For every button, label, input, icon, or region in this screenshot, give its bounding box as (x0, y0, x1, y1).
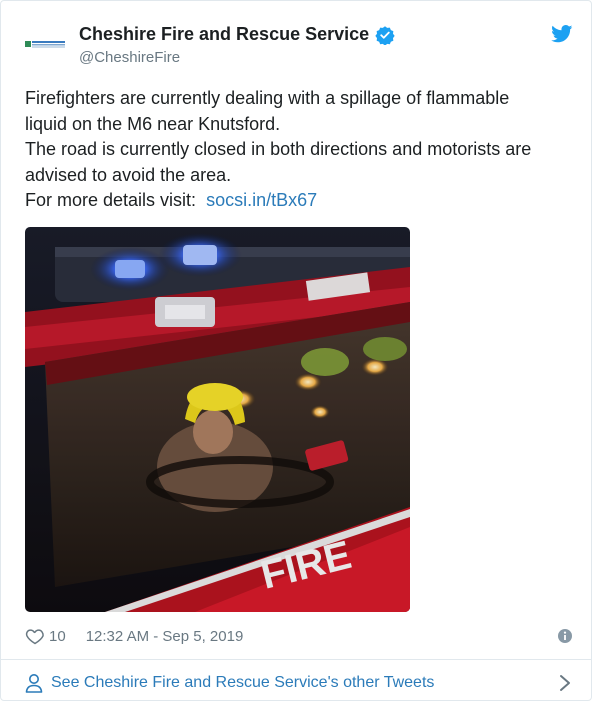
tweet-line: advised to avoid the area. (25, 164, 232, 185)
tweet-timestamp[interactable]: 12:32 AM - Sep 5, 2019 (86, 628, 244, 645)
chevron-right-icon[interactable] (559, 673, 571, 693)
like-count[interactable]: 10 (49, 628, 66, 645)
tweet-link[interactable]: socsi.in/tBx67 (206, 190, 317, 210)
tweet-link-line: For more details visit: socsi.in/tBx67 (25, 188, 575, 214)
account-name-row[interactable]: Cheshire Fire and Rescue Service (79, 24, 395, 45)
person-icon (25, 674, 43, 693)
account-handle[interactable]: @CheshireFire (79, 49, 180, 66)
account-name[interactable]: Cheshire Fire and Rescue Service (79, 24, 369, 45)
embedded-tweet-card: Cheshire Fire and Rescue Service @Cheshi… (0, 0, 592, 701)
info-icon[interactable] (557, 628, 573, 644)
cheshire-fire-logo-icon[interactable] (23, 29, 67, 59)
tweet-line: Firefighters are currently dealing with … (25, 88, 510, 108)
twitter-bird-icon[interactable] (551, 25, 573, 43)
tweet-header: Cheshire Fire and Rescue Service @Cheshi… (1, 1, 591, 81)
divider (1, 659, 591, 660)
link-prefix: For more details visit: (25, 190, 197, 210)
fire-engine-photo[interactable]: FIRE (25, 227, 410, 612)
tweet-line: The road is currently closed in both dir… (25, 139, 532, 159)
other-tweets-label[interactable]: See Cheshire Fire and Rescue Service's o… (51, 674, 434, 692)
tweet-meta: 10 12:32 AM - Sep 5, 2019 (25, 625, 575, 647)
verified-badge-icon (375, 25, 395, 45)
tweet-text: Firefighters are currently dealing with … (25, 86, 575, 214)
heart-icon[interactable] (25, 626, 45, 646)
tweet-line: liquid on the M6 near Knutsford. (25, 113, 281, 134)
other-tweets-link[interactable]: See Cheshire Fire and Rescue Service's o… (25, 671, 575, 695)
